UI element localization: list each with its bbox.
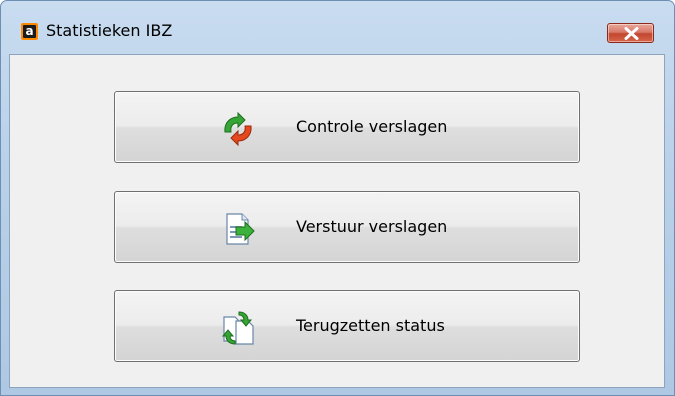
terugzetten-status-button[interactable]: Terugzetten status [114,290,580,362]
close-button[interactable] [607,23,654,43]
window-title: Statistieken IBZ [46,21,173,40]
refresh-arrows-icon [224,112,252,146]
dialog-body: Controle verslagen Verstuur verslagen Te… [9,54,665,388]
app-logo-letter: a [23,25,36,38]
reset-status-icon [221,311,254,345]
controle-verslagen-button[interactable]: Controle verslagen [114,91,580,163]
send-document-icon [226,213,255,245]
controle-verslagen-label: Controle verslagen [296,117,448,136]
verstuur-verslagen-button[interactable]: Verstuur verslagen [114,191,580,263]
app-logo-icon: a [21,23,38,40]
terugzetten-status-label: Terugzetten status [296,316,445,335]
verstuur-verslagen-label: Verstuur verslagen [296,217,448,236]
close-icon [624,27,639,40]
title-bar[interactable]: a Statistieken IBZ [1,1,674,43]
app-window: a Statistieken IBZ Controle verslagen Ve… [0,0,675,396]
